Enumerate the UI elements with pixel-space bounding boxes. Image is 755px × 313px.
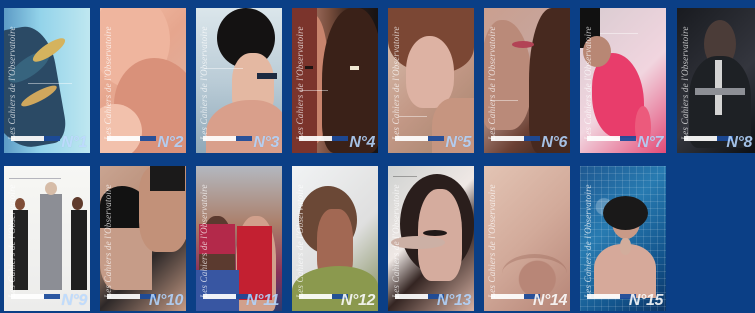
- hair-shape-right: [150, 166, 185, 191]
- magazine-cover-4[interactable]: Les Cahiers de l'Observatoire N°4: [292, 8, 378, 153]
- magazine-cover-7[interactable]: Les Cahiers de l'Observatoire N°7: [580, 8, 666, 153]
- brand-bar: [491, 136, 540, 141]
- brand-bar: [299, 136, 348, 141]
- cover-caption-line: [300, 90, 328, 91]
- issue-number: N°6: [541, 134, 567, 151]
- beads-shape: [695, 88, 745, 95]
- brand-bar: [491, 294, 540, 299]
- cover-caption-line: [9, 178, 61, 179]
- issue-number: N°3: [253, 134, 279, 151]
- cover-caption-line: [490, 100, 518, 101]
- cover-series-title: Les Cahiers de l'Observatoire: [199, 184, 209, 298]
- cover-series-title: Les Cahiers de l'Observatoire: [487, 26, 497, 140]
- cover-series-title: Les Cahiers de l'Observatoire: [391, 184, 401, 298]
- face-shape: [406, 36, 454, 108]
- cover-series-title: Les Cahiers de l'Observatoire: [295, 26, 305, 140]
- brand-bar: [299, 294, 348, 299]
- cover-series-title: Les Cahiers de l'Observatoire: [103, 26, 113, 140]
- right-face-shape: [322, 8, 378, 153]
- brand-bar: [107, 136, 156, 141]
- crease-shape: [502, 254, 567, 293]
- brand-bar: [203, 136, 252, 141]
- red-dress-shape: [237, 226, 272, 300]
- cover-series-title: Les Cahiers de l'Observatoire: [391, 26, 401, 140]
- issue-number: N°1: [61, 134, 87, 151]
- issue-number: N°8: [726, 134, 752, 151]
- magazine-cover-3[interactable]: Les Cahiers de l'Observatoire N°3: [196, 8, 282, 153]
- magazine-cover-2[interactable]: Les Cahiers de l'Observatoire N°2: [100, 8, 186, 153]
- magazine-cover-14[interactable]: Les Cahiers de l'Observatoire N°14: [484, 166, 570, 311]
- cover-caption-line: [204, 68, 243, 69]
- magazine-cover-grid: Les Cahiers de l'Observatoire N°1 Les Ca…: [0, 0, 755, 313]
- brand-bar: [587, 294, 636, 299]
- brand-bar: [395, 294, 444, 299]
- cover-caption-line: [399, 116, 427, 117]
- brand-bar: [395, 136, 444, 141]
- cover-series-title: Les Cahiers de l'Observatoire: [583, 26, 593, 140]
- magazine-cover-10[interactable]: Les Cahiers de l'Observatoire N°10: [100, 166, 186, 311]
- magazine-cover-5[interactable]: Les Cahiers de l'Observatoire N°5: [388, 8, 474, 153]
- magazine-cover-1[interactable]: Les Cahiers de l'Observatoire N°1: [4, 8, 90, 153]
- issue-number: N°7: [637, 134, 663, 151]
- lips-shape: [512, 41, 534, 48]
- hair-shape: [603, 196, 648, 230]
- brand-bar: [11, 294, 60, 299]
- issue-number: N°5: [445, 134, 471, 151]
- right-face-shape: [529, 8, 570, 153]
- brand-bar: [684, 136, 733, 141]
- magazine-cover-11[interactable]: Les Cahiers de l'Observatoire N°11: [196, 166, 282, 311]
- issue-number: N°2: [157, 134, 183, 151]
- cover-series-title: Les Cahiers de l'Observatoire: [680, 26, 690, 140]
- issue-number: N°4: [349, 134, 375, 151]
- cover-series-title: Les Cahiers de l'Observatoire: [583, 184, 593, 298]
- cover-caption-line: [28, 83, 72, 84]
- brand-bar: [11, 136, 60, 141]
- issue-number: N°9: [61, 292, 87, 309]
- issue-number: N°11: [246, 292, 279, 309]
- mustache-shape: [423, 230, 447, 236]
- magazine-cover-9[interactable]: Les Cahiers de l'Observatoire N°9: [4, 166, 90, 311]
- issue-number: N°14: [532, 292, 568, 309]
- issue-number: N°10: [148, 292, 184, 309]
- cover-series-title: Les Cahiers de l'Observatoire: [199, 26, 209, 140]
- right-person-shape: [71, 210, 87, 290]
- brand-bar: [587, 136, 636, 141]
- cover-series-title: Les Cahiers de l'Observatoire: [7, 26, 17, 140]
- neck-tattoo-shape: [257, 73, 277, 79]
- cover-series-title: Les Cahiers de l'Observatoire: [487, 184, 497, 298]
- cover-series-title: Les Cahiers de l'Observatoire: [103, 184, 113, 298]
- magazine-cover-13[interactable]: Les Cahiers de l'Observatoire N°13: [388, 166, 474, 311]
- cover-series-title: Les Cahiers de l'Observatoire: [7, 184, 17, 298]
- magazine-cover-12[interactable]: Les Cahiers de l'Observatoire N°12: [292, 166, 378, 311]
- brand-bar: [107, 294, 156, 299]
- middle-head-shape: [45, 182, 57, 195]
- issue-number: N°15: [628, 292, 664, 309]
- middle-person-shape: [40, 194, 62, 290]
- hand-shape: [620, 238, 631, 255]
- cover-series-title: Les Cahiers de l'Observatoire: [295, 184, 305, 298]
- magazine-cover-6[interactable]: Les Cahiers de l'Observatoire N°6: [484, 8, 570, 153]
- issue-number: N°12: [340, 292, 376, 309]
- cover-caption-line: [393, 176, 417, 177]
- cover-caption-line: [600, 33, 638, 34]
- right-head-shape: [72, 197, 83, 210]
- magazine-cover-15[interactable]: Les Cahiers de l'Observatoire N°15: [580, 166, 666, 311]
- magazine-cover-8[interactable]: Les Cahiers de l'Observatoire N°8: [677, 8, 755, 153]
- eye-shape-right: [350, 66, 359, 70]
- brand-bar: [203, 294, 252, 299]
- issue-number: N°13: [436, 292, 472, 309]
- eye-shape: [305, 66, 313, 69]
